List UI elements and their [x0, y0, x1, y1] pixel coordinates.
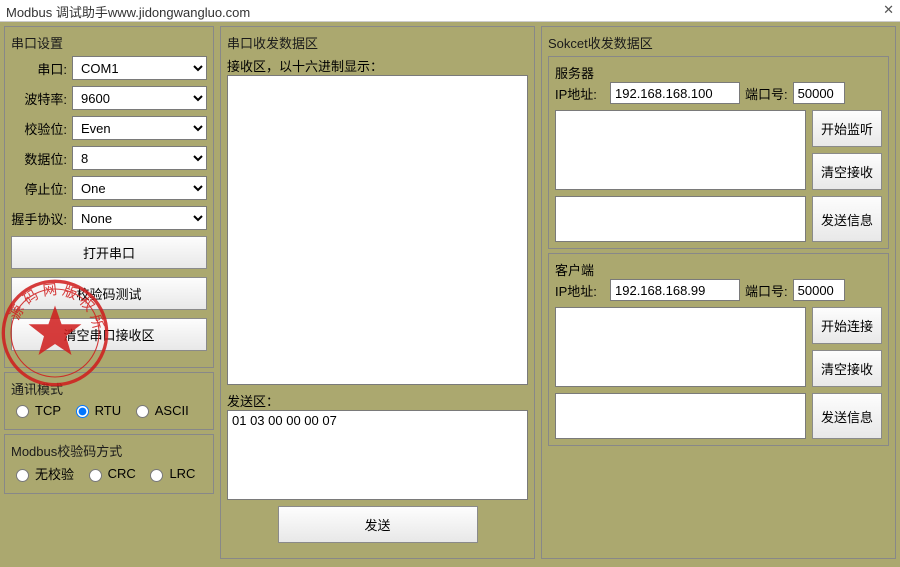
server-port-label: 端口号: — [745, 84, 788, 103]
client-connect-button[interactable]: 开始连接 — [812, 307, 882, 344]
server-ip-input[interactable] — [610, 82, 740, 104]
handshake-label: 握手协议: — [11, 209, 67, 228]
port-label: 串口: — [11, 59, 67, 78]
comm-mode-title: 通讯模式 — [11, 379, 207, 398]
serial-send-label: 发送区： — [227, 391, 528, 410]
socket-io-group: Sokcet收发数据区 服务器 IP地址: 端口号: 开始监听 清空接收 — [541, 26, 896, 559]
title-bar: Modbus 调试助手www.jidongwangluo.com ✕ — [0, 0, 900, 22]
baud-select[interactable]: 9600 — [72, 86, 207, 110]
server-listen-button[interactable]: 开始监听 — [812, 110, 882, 147]
client-recv-textarea[interactable] — [555, 307, 806, 387]
client-send-button[interactable]: 发送信息 — [812, 393, 882, 439]
close-icon[interactable]: ✕ — [883, 2, 894, 18]
crc-crc-radio[interactable]: CRC — [84, 466, 136, 482]
server-send-button[interactable]: 发送信息 — [812, 196, 882, 242]
mode-ascii-radio[interactable]: ASCII — [131, 402, 189, 418]
comm-mode-group: 通讯模式 TCP RTU ASCII — [4, 372, 214, 430]
client-send-textarea[interactable] — [555, 393, 806, 439]
mode-ascii-label: ASCII — [155, 403, 189, 418]
serial-send-button[interactable]: 发送 — [278, 506, 478, 543]
server-subgroup: 服务器 IP地址: 端口号: 开始监听 清空接收 发送信息 — [548, 56, 889, 249]
parity-label: 校验位: — [11, 119, 67, 138]
serial-io-title: 串口收发数据区 — [227, 33, 528, 52]
window-title: Modbus 调试助手www.jidongwangluo.com — [6, 5, 250, 20]
server-clear-button[interactable]: 清空接收 — [812, 153, 882, 190]
server-send-textarea[interactable] — [555, 196, 806, 242]
client-clear-button[interactable]: 清空接收 — [812, 350, 882, 387]
handshake-select[interactable]: None — [72, 206, 207, 230]
databits-label: 数据位: — [11, 149, 67, 168]
parity-select[interactable]: Even — [72, 116, 207, 140]
mode-tcp-radio[interactable]: TCP — [11, 402, 61, 418]
serial-io-group: 串口收发数据区 接收区，以十六进制显示： 发送区： 发送 — [220, 26, 535, 559]
crc-lrc-radio[interactable]: LRC — [145, 466, 195, 482]
server-title: 服务器 — [555, 63, 882, 82]
clear-serial-recv-button[interactable]: 清空串口接收区 — [11, 318, 207, 351]
crc-lrc-label: LRC — [169, 466, 195, 481]
serial-recv-label: 接收区，以十六进制显示： — [227, 56, 528, 75]
serial-send-textarea[interactable] — [227, 410, 528, 500]
mode-tcp-label: TCP — [35, 403, 61, 418]
crc-crc-label: CRC — [108, 466, 136, 481]
client-ip-input[interactable] — [610, 279, 740, 301]
server-recv-textarea[interactable] — [555, 110, 806, 190]
port-select[interactable]: COM1 — [72, 56, 207, 80]
serial-recv-textarea[interactable] — [227, 75, 528, 385]
mode-rtu-radio[interactable]: RTU — [71, 402, 121, 418]
baud-label: 波特率: — [11, 89, 67, 108]
server-ip-label: IP地址: — [555, 84, 605, 103]
mode-rtu-label: RTU — [95, 403, 121, 418]
crc-test-button[interactable]: 校验码测试 — [11, 277, 207, 310]
crc-none-label: 无校验 — [35, 464, 74, 483]
client-subgroup: 客户端 IP地址: 端口号: 开始连接 清空接收 发送信息 — [548, 253, 889, 446]
crc-mode-group: Modbus校验码方式 无校验 CRC LRC — [4, 434, 214, 494]
crc-mode-title: Modbus校验码方式 — [11, 441, 207, 460]
client-ip-label: IP地址: — [555, 281, 605, 300]
serial-settings-title: 串口设置 — [11, 33, 207, 52]
client-port-label: 端口号: — [745, 281, 788, 300]
client-port-input[interactable] — [793, 279, 845, 301]
stopbits-label: 停止位: — [11, 179, 67, 198]
serial-settings-group: 串口设置 串口: COM1 波特率: 9600 校验位: Even 数据位: 8 — [4, 26, 214, 368]
open-port-button[interactable]: 打开串口 — [11, 236, 207, 269]
databits-select[interactable]: 8 — [72, 146, 207, 170]
socket-io-title: Sokcet收发数据区 — [548, 33, 889, 52]
crc-none-radio[interactable]: 无校验 — [11, 464, 74, 483]
client-title: 客户端 — [555, 260, 882, 279]
stopbits-select[interactable]: One — [72, 176, 207, 200]
server-port-input[interactable] — [793, 82, 845, 104]
